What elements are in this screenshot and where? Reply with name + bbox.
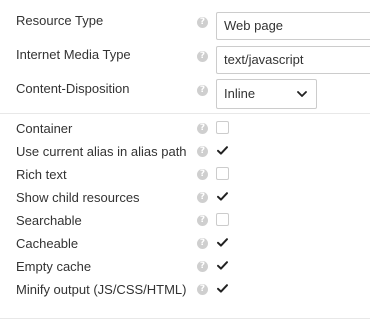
checkbox-label: Show child resources: [16, 190, 140, 205]
help-icon[interactable]: ?: [197, 215, 208, 226]
media-type-label: Internet Media Type: [16, 47, 131, 62]
resource-type-label: Resource Type: [16, 13, 104, 28]
checkbox-label: Container: [16, 121, 73, 136]
checkmark-icon: [217, 261, 228, 270]
checkbox-row-container: Container ?: [0, 117, 370, 139]
help-icon[interactable]: ?: [197, 169, 208, 180]
checkmark-icon: [217, 192, 228, 201]
help-icon[interactable]: ?: [197, 261, 208, 272]
help-icon[interactable]: ?: [197, 238, 208, 249]
checkbox-label: Cacheable: [16, 236, 79, 251]
checkbox-row-minify: Minify output (JS/CSS/HTML) ?: [0, 278, 370, 300]
container-checkbox[interactable]: [216, 121, 229, 134]
content-disposition-label: Content-Disposition: [16, 81, 130, 96]
help-icon[interactable]: ?: [197, 192, 208, 203]
bottom-divider: [0, 318, 370, 319]
show-children-checkbox[interactable]: [216, 190, 229, 203]
cacheable-checkbox[interactable]: [216, 236, 229, 249]
resource-type-field[interactable]: Web page: [216, 12, 370, 40]
checkbox-label: Rich text: [16, 167, 67, 182]
checkbox-label: Minify output (JS/CSS/HTML): [16, 282, 187, 297]
checkbox-row-use-alias: Use current alias in alias path ?: [0, 140, 370, 162]
checkbox-row-show-children: Show child resources ?: [0, 186, 370, 208]
checkbox-label: Empty cache: [16, 259, 92, 274]
help-icon[interactable]: ?: [197, 284, 208, 295]
resource-settings-panel: Resource Type ? Web page Internet Media …: [0, 0, 370, 322]
chevron-down-icon: [297, 91, 307, 97]
checkbox-row-searchable: Searchable ?: [0, 209, 370, 231]
section-divider: [0, 113, 370, 114]
minify-checkbox[interactable]: [216, 282, 229, 295]
checkmark-icon: [217, 284, 228, 293]
content-disposition-select[interactable]: Inline: [216, 79, 317, 109]
content-disposition-value: Inline: [224, 86, 256, 101]
help-icon[interactable]: ?: [197, 17, 208, 28]
checkbox-row-empty-cache: Empty cache ?: [0, 255, 370, 277]
help-icon[interactable]: ?: [197, 123, 208, 134]
help-icon[interactable]: ?: [197, 146, 208, 157]
checkmark-icon: [217, 146, 228, 155]
rich-text-checkbox[interactable]: [216, 167, 229, 180]
checkbox-row-rich-text: Rich text ?: [0, 163, 370, 185]
empty-cache-checkbox[interactable]: [216, 259, 229, 272]
help-icon[interactable]: ?: [197, 51, 208, 62]
checkbox-label: Use current alias in alias path: [16, 144, 187, 159]
checkmark-icon: [217, 238, 228, 247]
help-icon[interactable]: ?: [197, 85, 208, 96]
media-type-field[interactable]: text/javascript: [216, 46, 370, 74]
searchable-checkbox[interactable]: [216, 213, 229, 226]
checkbox-row-cacheable: Cacheable ?: [0, 232, 370, 254]
checkbox-label: Searchable: [16, 213, 82, 228]
use-alias-checkbox[interactable]: [216, 144, 229, 157]
